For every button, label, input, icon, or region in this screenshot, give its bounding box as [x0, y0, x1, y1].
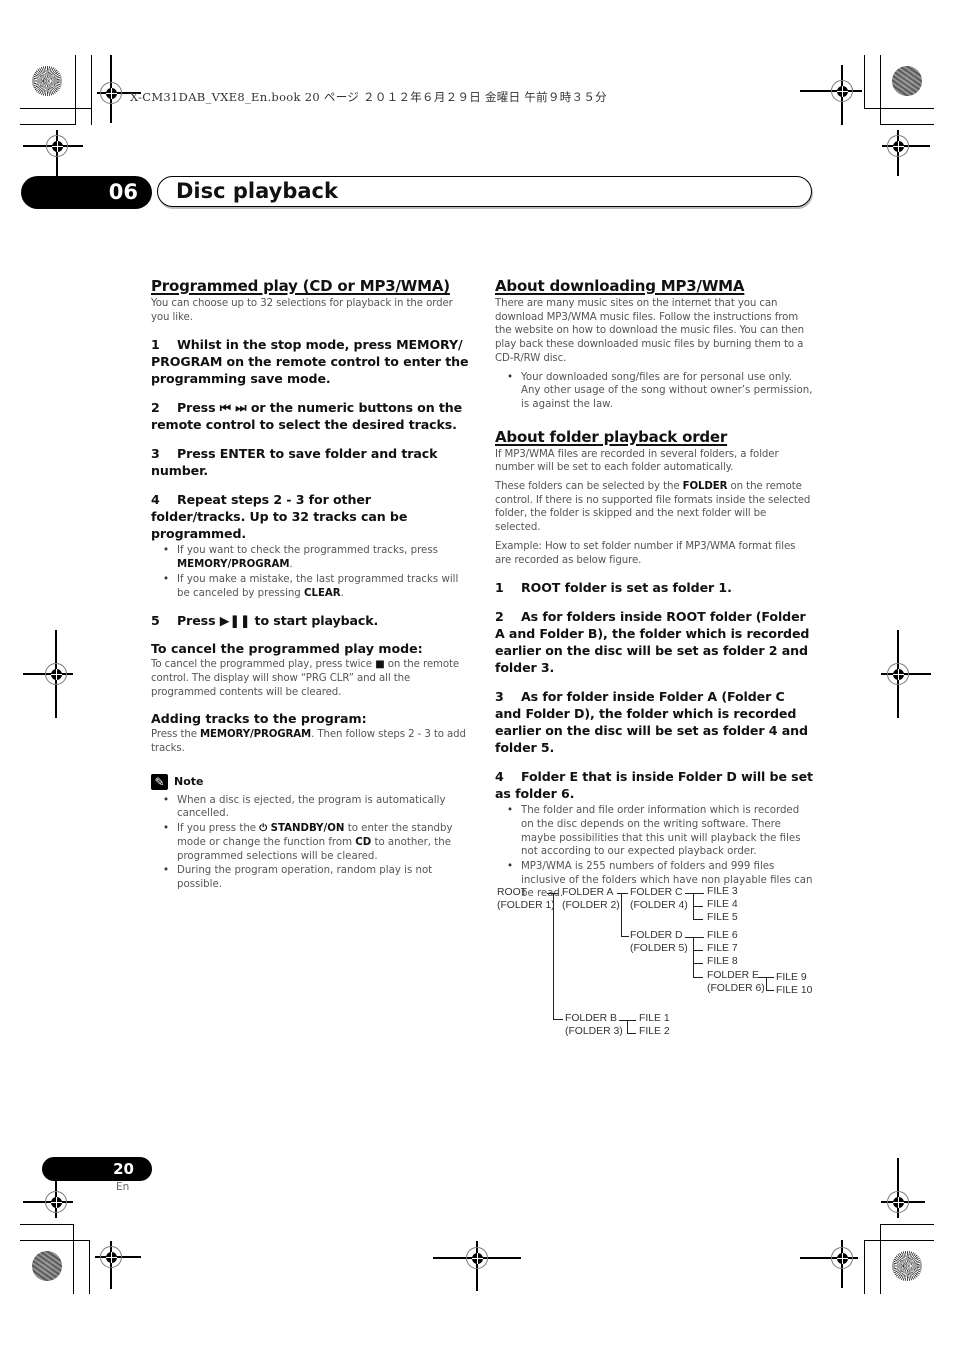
adding-text: Press the MEMORY/PROGRAM. Then follow st… — [151, 729, 466, 755]
folder-step-2: 2 As for folders inside ROOT folder (Fold… — [495, 609, 810, 676]
tree-node-folder-b: FOLDER B (FOLDER 3) — [565, 1013, 623, 1037]
registration-disc-icon — [32, 66, 62, 96]
section-title-downloading: About downloading MP3/WMA — [495, 277, 745, 295]
tree-file: FILE 6 — [707, 930, 738, 941]
tree-file: FILE 7 — [707, 943, 738, 954]
folder-step-4: 4 Folder E that is inside Folder D will b… — [495, 769, 813, 802]
list-item: Your downloaded song/files are for perso… — [507, 371, 813, 412]
print-file-info: X-CM31DAB_VXE8_En.book 20 ページ ２０１２年６月２９日… — [130, 90, 607, 104]
page-number: 20 — [42, 1157, 152, 1181]
list-item: If you want to check the programmed trac… — [163, 544, 469, 571]
download-text: There are many music sites on the intern… — [495, 298, 804, 364]
list-item: If you make a mistake, the last programm… — [163, 573, 469, 600]
cancel-text: To cancel the programmed play, press twi… — [151, 659, 460, 698]
registration-disc-icon — [32, 1251, 62, 1281]
folder-order-p1: If MP3/WMA files are recorded in several… — [495, 448, 779, 474]
tree-file: FILE 2 — [639, 1026, 670, 1037]
power-icon: ⏻ — [259, 823, 268, 835]
step-5: 5 Press ▶❚❚ to start playback. — [151, 613, 379, 629]
tree-file: FILE 8 — [707, 956, 738, 967]
cancel-heading: To cancel the programmed play mode: — [151, 641, 423, 657]
stop-icon: ■ — [375, 659, 385, 671]
step-4-bullets: If you want to check the programmed trac… — [151, 544, 469, 600]
step-4: 4 Repeat steps 2 - 3 for other folder/tra… — [151, 492, 408, 542]
folder-step-1: 1 ROOT folder is set as folder 1. — [495, 580, 732, 596]
tree-node-folder-c: FOLDER C (FOLDER 4) — [630, 887, 688, 911]
step-3: 3 Press ENTER to save folder and track nu… — [151, 446, 438, 479]
folder-order-p2: These folders can be selected by the FOL… — [495, 481, 811, 534]
tree-file: FILE 5 — [707, 912, 738, 923]
folder-step-3: 3 As for folder inside Folder A (Folder C… — [495, 689, 808, 756]
right-column: About downloading MP3/WMA There are many… — [495, 277, 813, 902]
section-title-programmed-play: Programmed play (CD or MP3/WMA) — [151, 277, 450, 295]
download-bullets: Your downloaded song/files are for perso… — [495, 371, 813, 412]
left-column: Programmed play (CD or MP3/WMA) You can … — [151, 277, 469, 893]
adding-heading: Adding tracks to the program: — [151, 711, 367, 727]
step-1: 1 Whilst in the stop mode, press MEMORY/ … — [151, 337, 469, 387]
page-language: En — [116, 1181, 130, 1193]
chapter-title: Disc playback — [157, 176, 812, 207]
chapter-number: 06 — [21, 176, 152, 209]
section-title-folder-order: About folder playback order — [495, 427, 728, 446]
registration-disc-icon — [892, 1251, 922, 1281]
pencil-icon: ✎ — [151, 773, 168, 790]
tree-node-folder-a: FOLDER A (FOLDER 2) — [562, 887, 620, 911]
tree-node-folder-e: FOLDER E (FOLDER 6) — [707, 970, 765, 994]
tree-file: FILE 1 — [639, 1013, 670, 1024]
list-item: If you press the ⏻ STANDBY/ON to enter t… — [163, 822, 469, 863]
tree-file: FILE 9 — [776, 972, 807, 983]
tree-node-root: ROOT (FOLDER 1) — [497, 887, 555, 911]
tree-node-folder-d: FOLDER D (FOLDER 5) — [630, 930, 688, 954]
tree-file: FILE 10 — [776, 985, 813, 996]
folder-tree-diagram: ROOT (FOLDER 1) FOLDER A (FOLDER 2) FOLDER… — [490, 880, 820, 1045]
note-heading: ✎ Note — [151, 773, 469, 790]
folder-order-p3: Example: How to set folder number if MP3… — [495, 540, 796, 566]
note-list: When a disc is ejected, the program is a… — [151, 794, 469, 892]
intro-text: You can choose up to 32 selections for p… — [151, 298, 453, 323]
registration-disc-icon — [892, 66, 922, 96]
list-item: The folder and file order information wh… — [507, 804, 813, 859]
skip-buttons-icon: ⏮ ⏭ — [219, 400, 247, 416]
tree-file: FILE 4 — [707, 899, 738, 910]
step-2: 2 Press ⏮ ⏭ or the numeric buttons on the… — [151, 400, 463, 433]
list-item: During the program operation, random pla… — [163, 864, 469, 891]
tree-file: FILE 3 — [707, 886, 738, 897]
play-pause-icon: ▶❚❚ — [219, 613, 251, 629]
list-item: When a disc is ejected, the program is a… — [163, 794, 469, 821]
